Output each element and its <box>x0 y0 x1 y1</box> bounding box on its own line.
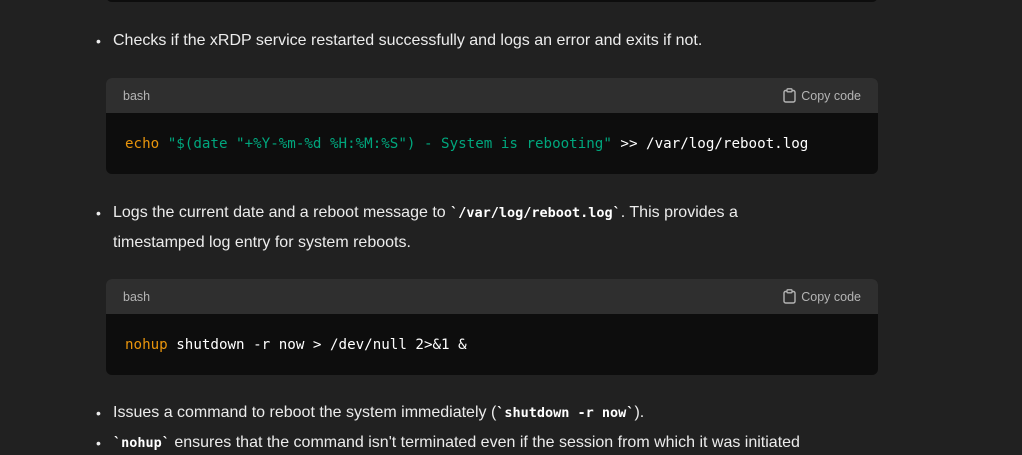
text-segment: Logs the current date and a reboot messa… <box>113 204 451 221</box>
list-item-text: Issues a command to reboot the system im… <box>96 398 896 428</box>
text-segment: ). <box>634 404 645 421</box>
list-item-text: Checks if the xRDP service restarted suc… <box>113 32 703 49</box>
inline-code: `nohup` <box>113 435 170 451</box>
list-item-text: Logs the current date and a reboot messa… <box>96 198 896 258</box>
clipboard-icon <box>783 88 796 103</box>
code-content[interactable]: nohup shutdown -r now > /dev/null 2>&1 & <box>106 314 878 375</box>
text-segment: . This provides a <box>620 204 738 221</box>
copy-code-label: Copy code <box>801 88 861 103</box>
bullet-icon: • <box>96 405 101 421</box>
list-item: • Logs the current date and a reboot mes… <box>96 198 896 258</box>
list-item: • Checks if the xRDP service restarted s… <box>96 26 896 56</box>
text-segment: Issues a command to reboot the system im… <box>113 404 497 421</box>
code-language: bash <box>123 88 151 103</box>
list-item: • Issues a command to reboot the system … <box>96 398 896 428</box>
copy-code-label: Copy code <box>801 289 861 304</box>
bullet-icon: • <box>96 33 101 49</box>
code-keyword: nohup <box>125 336 168 353</box>
clipboard-icon <box>783 289 796 304</box>
previous-code-block <box>106 0 878 2</box>
code-block: bash Copy code echo "$(date "+%Y-%m-%d %… <box>106 78 878 174</box>
text-segment: ensures that the command isn't terminate… <box>169 434 800 451</box>
code-string: "$(date "+%Y-%m-%d %H:%M:%S") - System i… <box>167 135 612 152</box>
code-header: bash Copy code <box>106 279 878 314</box>
code-keyword: echo <box>125 135 160 152</box>
list-item: • `nohup` ensures that the command isn't… <box>96 428 896 455</box>
inline-code: `shutdown -r now` <box>496 405 635 421</box>
code-block: bash Copy code nohup shutdown -r now > /… <box>106 279 878 375</box>
code-header: bash Copy code <box>106 78 878 113</box>
text-segment: timestamped log entry for system reboots… <box>113 234 411 251</box>
code-content[interactable]: echo "$(date "+%Y-%m-%d %H:%M:%S") - Sys… <box>106 113 878 174</box>
code-text: shutdown -r now > /dev/null 2>&1 & <box>167 336 467 353</box>
list-item-text: `nohup` ensures that the command isn't t… <box>96 428 896 455</box>
copy-code-button[interactable]: Copy code <box>783 88 861 103</box>
bullet-icon: • <box>96 435 101 451</box>
code-text: >> /var/log/reboot.log <box>611 135 809 152</box>
bullet-icon: • <box>96 205 101 221</box>
copy-code-button[interactable]: Copy code <box>783 289 861 304</box>
inline-code: `/var/log/reboot.log` <box>450 205 621 221</box>
chat-response: • Checks if the xRDP service restarted s… <box>0 0 1022 455</box>
code-language: bash <box>123 289 151 304</box>
